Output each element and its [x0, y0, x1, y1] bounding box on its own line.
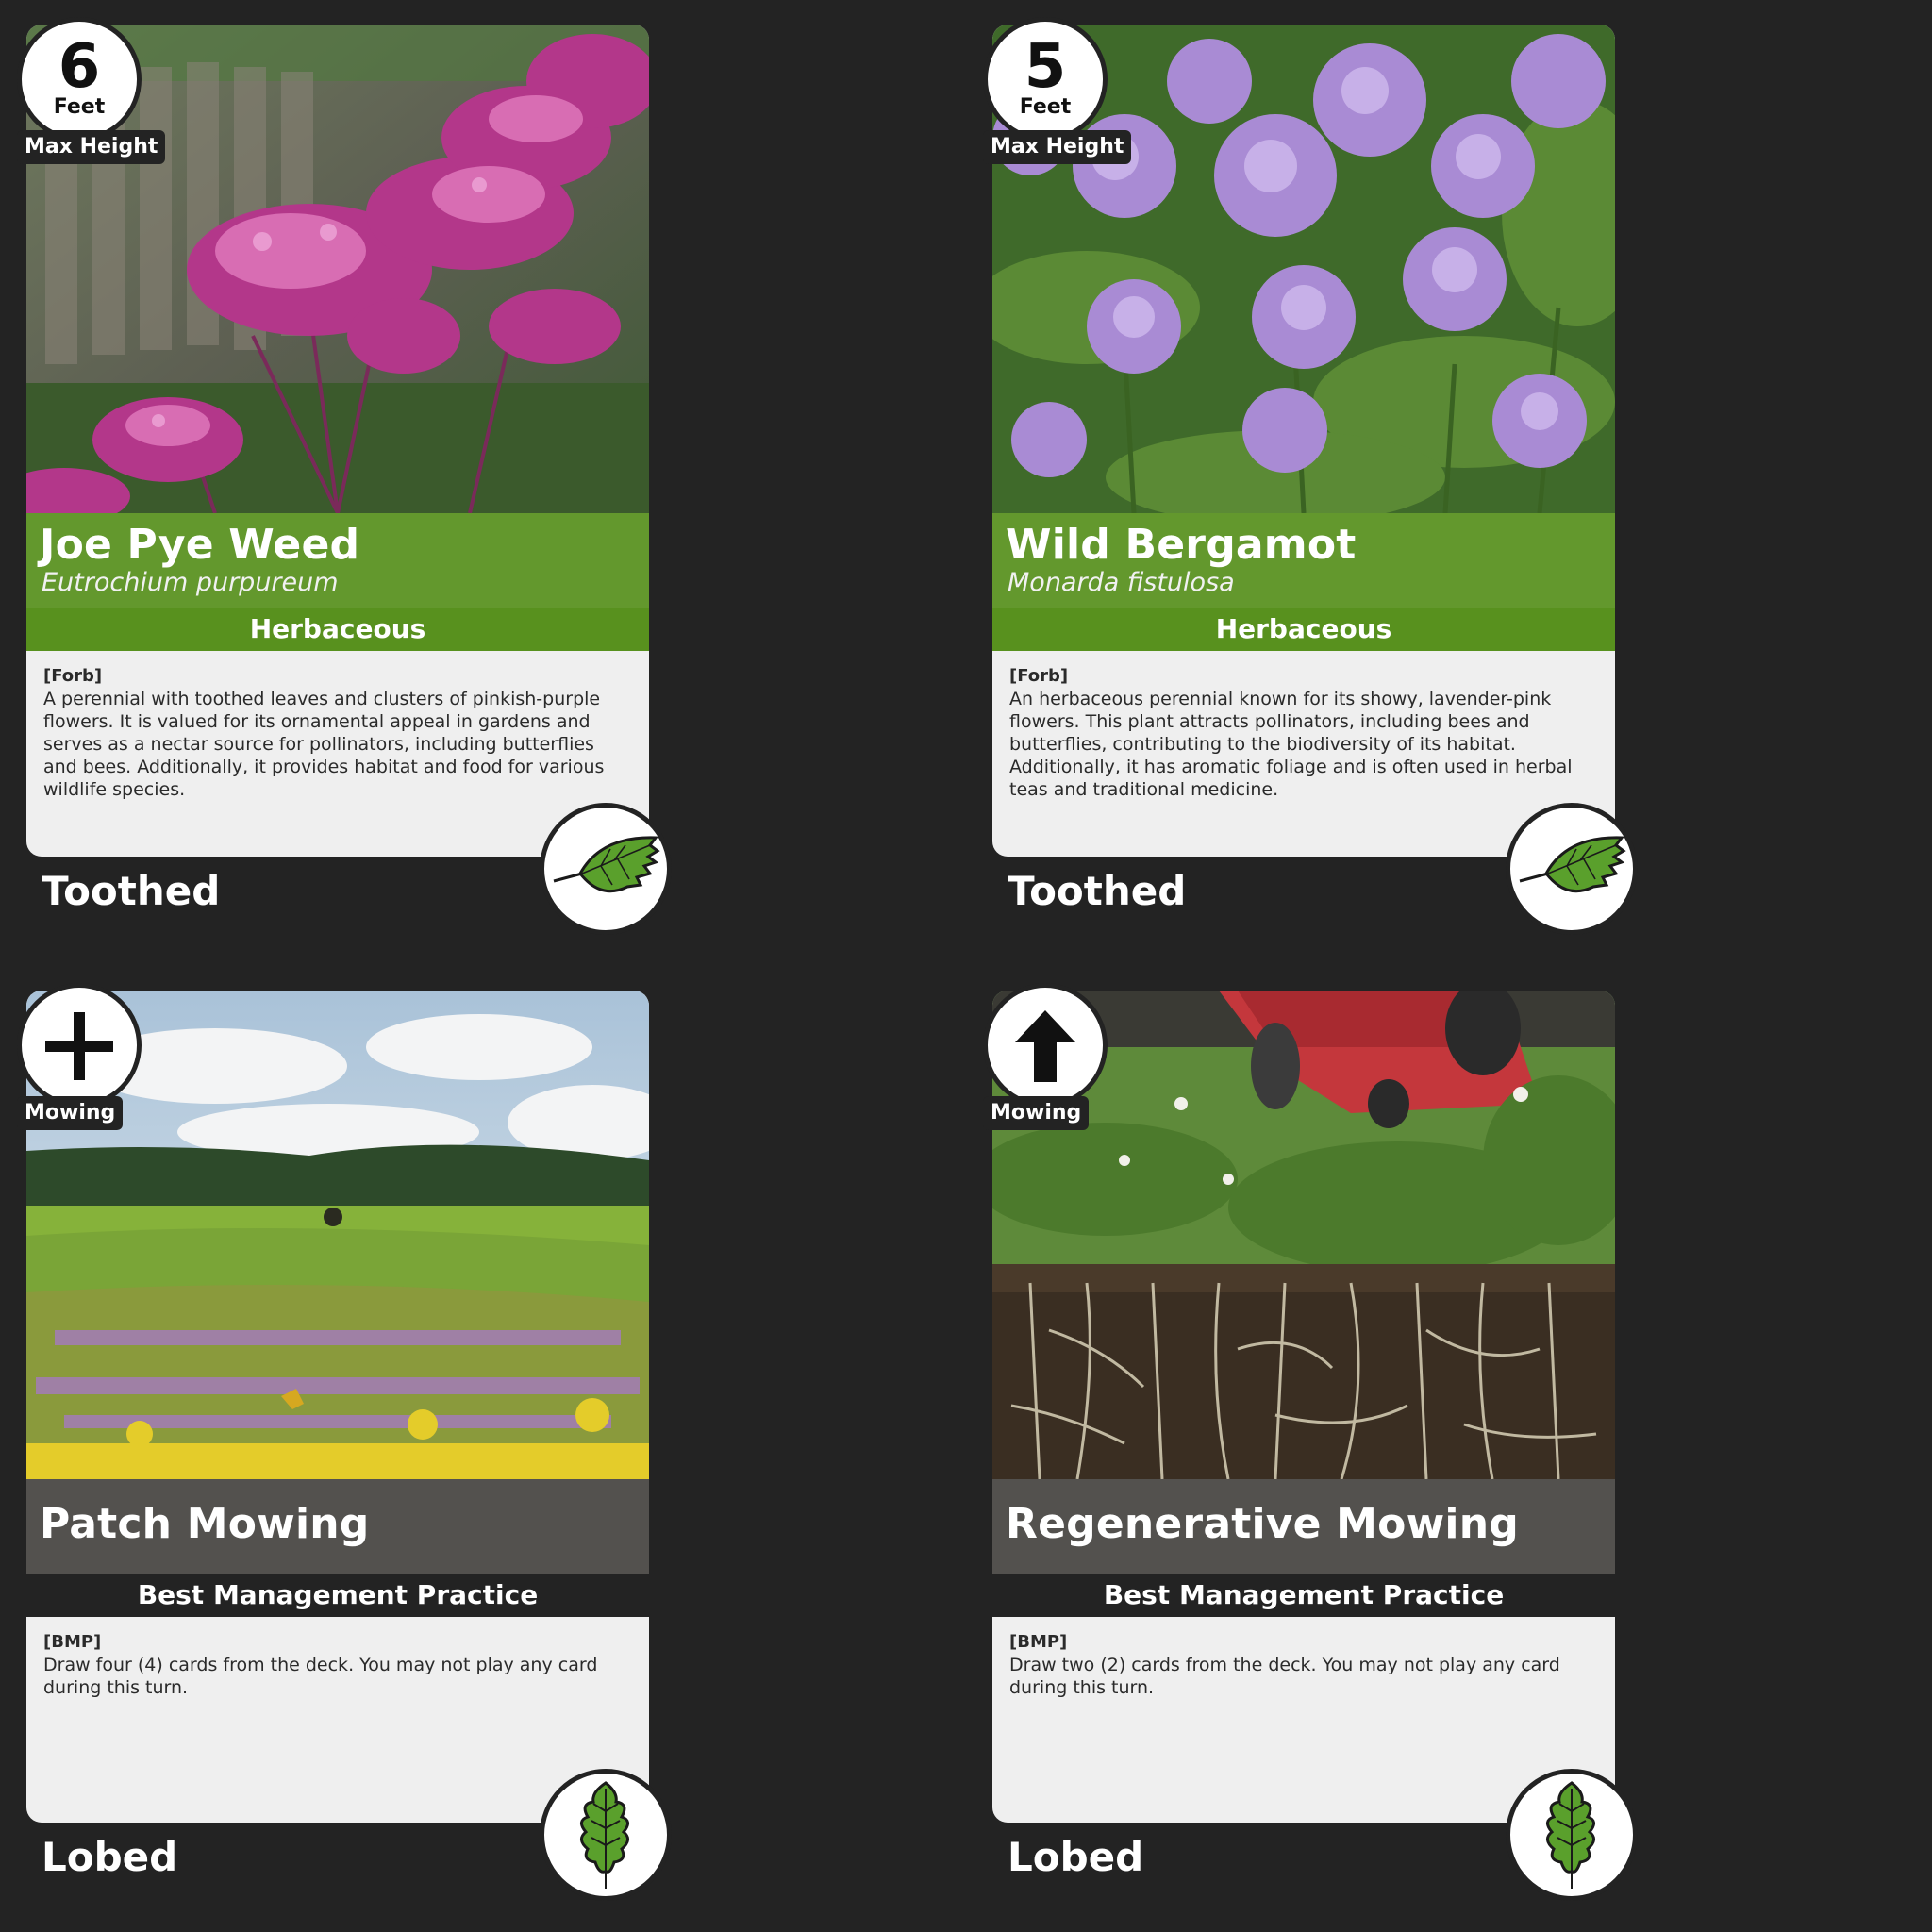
- badge-label: Max Height: [17, 130, 166, 164]
- bmp-card-patch-mowing[interactable]: Patch Mowing Best Management Practice [B…: [9, 974, 672, 1917]
- badge-label: Max Height: [983, 130, 1132, 164]
- leaf-type-label: Toothed: [1008, 868, 1187, 914]
- lobed-leaf-icon: [540, 1769, 672, 1901]
- plant-name: Joe Pye Weed: [40, 521, 360, 569]
- card-tag: [BMP]: [43, 1632, 102, 1652]
- name-banner: Wild Bergamot Monarda fistulosa: [992, 513, 1615, 608]
- leaf-type-label: Lobed: [42, 1834, 178, 1880]
- lobed-leaf-icon: [1506, 1769, 1638, 1901]
- plant-name: Wild Bergamot: [1006, 521, 1357, 569]
- name-banner: Regenerative Mowing: [992, 1479, 1615, 1574]
- max-height-badge: 6 Feet: [17, 17, 142, 142]
- plant-card-joe-pye-weed[interactable]: Joe Pye Weed Eutrochium purpureum Herbac…: [9, 8, 672, 951]
- name-banner: Joe Pye Weed Eutrochium purpureum: [26, 513, 649, 608]
- card-type: Best Management Practice: [26, 1574, 649, 1617]
- up-arrow-icon: [983, 983, 1108, 1108]
- card-description: [Forb] An herbaceous perennial known for…: [1009, 666, 1594, 801]
- leaf-type-label: Toothed: [42, 868, 221, 914]
- height-unit: Feet: [1019, 95, 1072, 119]
- badge-label: Mowing: [983, 1096, 1090, 1130]
- card-description: [BMP] Draw two (2) cards from the deck. …: [1009, 1632, 1594, 1699]
- height-value: 5: [1024, 32, 1067, 102]
- card-tag: [Forb]: [1009, 666, 1069, 686]
- card-type: Best Management Practice: [992, 1574, 1615, 1617]
- height-value: 6: [58, 32, 101, 102]
- card-tag: [Forb]: [43, 666, 103, 686]
- card-description: [Forb] A perennial with toothed leaves a…: [43, 666, 628, 801]
- plant-type: Herbaceous: [992, 608, 1615, 651]
- scientific-name: Monarda fistulosa: [1008, 568, 1235, 597]
- plus-icon: [17, 983, 142, 1108]
- max-height-badge: 5 Feet: [983, 17, 1108, 142]
- card-tag: [BMP]: [1009, 1632, 1068, 1652]
- description-text: Draw four (4) cards from the deck. You m…: [43, 1655, 598, 1698]
- bmp-card-regenerative-mowing[interactable]: Regenerative Mowing Best Management Prac…: [975, 974, 1638, 1917]
- toothed-leaf-icon: [1506, 803, 1638, 935]
- badge-label: Mowing: [17, 1096, 124, 1130]
- description-text: An herbaceous perennial known for its sh…: [1009, 689, 1573, 800]
- card-description: [BMP] Draw four (4) cards from the deck.…: [43, 1632, 628, 1699]
- name-banner: Patch Mowing: [26, 1479, 649, 1574]
- description-text: A perennial with toothed leaves and clus…: [43, 689, 605, 800]
- toothed-leaf-icon: [540, 803, 672, 935]
- card-name: Regenerative Mowing: [1006, 1500, 1519, 1548]
- plant-type: Herbaceous: [26, 608, 649, 651]
- description-text: Draw two (2) cards from the deck. You ma…: [1009, 1655, 1560, 1698]
- plant-card-wild-bergamot[interactable]: Wild Bergamot Monarda fistulosa Herbaceo…: [975, 8, 1638, 951]
- card-name: Patch Mowing: [40, 1500, 370, 1548]
- height-unit: Feet: [53, 95, 106, 119]
- scientific-name: Eutrochium purpureum: [42, 568, 339, 597]
- leaf-type-label: Lobed: [1008, 1834, 1144, 1880]
